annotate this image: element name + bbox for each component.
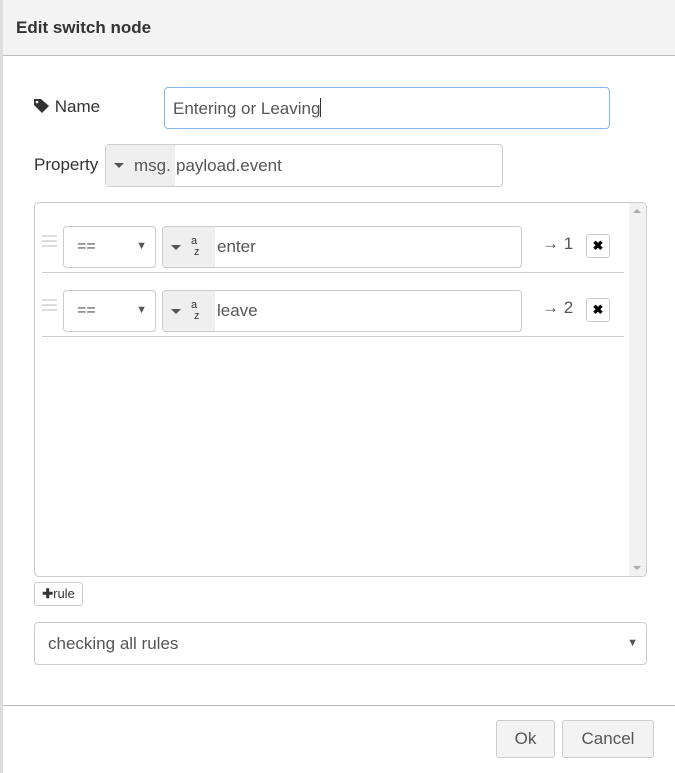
output-port-label: → 2 xyxy=(542,298,574,317)
dialog-title: Edit switch node xyxy=(16,18,152,37)
name-input[interactable]: Entering or Leaving xyxy=(164,87,610,129)
plus-icon: ✚ xyxy=(42,586,54,601)
dropdown-arrow-icon: ▼ xyxy=(136,304,147,316)
cancel-button[interactable]: Cancel xyxy=(562,720,654,758)
output-port-label: → 1 xyxy=(542,234,574,253)
string-type-icon: az xyxy=(191,235,200,258)
string-type-icon: az xyxy=(191,299,200,322)
rule-row: == ▼ a z leave → 2 ✖ xyxy=(42,273,624,337)
scroll-down-icon[interactable] xyxy=(633,566,641,570)
add-rule-button[interactable]: ✚rule xyxy=(34,582,83,606)
operator-select[interactable]: == ▼ xyxy=(63,226,156,268)
caret-down-icon xyxy=(114,163,124,168)
rule-value-input[interactable]: a z leave xyxy=(162,290,522,332)
dialog-header: Edit switch node xyxy=(3,0,675,56)
drag-handle-icon[interactable] xyxy=(42,299,57,311)
delete-rule-button[interactable]: ✖ xyxy=(586,298,610,322)
dropdown-arrow-icon: ▼ xyxy=(627,637,638,649)
ok-button[interactable]: Ok xyxy=(496,720,555,758)
scrollbar[interactable] xyxy=(629,203,646,576)
window-edge xyxy=(0,0,3,773)
property-input[interactable]: msg. payload.event xyxy=(105,144,503,187)
drag-handle-icon[interactable] xyxy=(42,235,57,247)
operator-select[interactable]: == ▼ xyxy=(63,290,156,332)
mode-select[interactable]: checking all rules ▼ xyxy=(34,622,647,665)
property-type-select[interactable]: msg. xyxy=(106,145,175,186)
rule-row: == ▼ a z enter → 1 ✖ xyxy=(42,209,624,273)
caret-down-icon xyxy=(171,308,181,314)
scroll-up-icon[interactable] xyxy=(633,209,641,213)
value-type-select[interactable]: az xyxy=(163,227,215,267)
rules-list: == ▼ a z enter → 1 ✖ == ▼ a z leave → 2 ✖ xyxy=(34,202,647,577)
dropdown-arrow-icon: ▼ xyxy=(136,240,147,252)
footer-divider xyxy=(3,705,675,706)
name-label: Name xyxy=(34,97,100,117)
property-label: Property xyxy=(34,155,99,174)
caret-down-icon xyxy=(171,244,181,250)
value-type-select[interactable]: az xyxy=(163,291,215,331)
rule-value-input[interactable]: a z enter xyxy=(162,226,522,268)
delete-rule-button[interactable]: ✖ xyxy=(586,234,610,258)
tag-icon xyxy=(34,99,49,113)
